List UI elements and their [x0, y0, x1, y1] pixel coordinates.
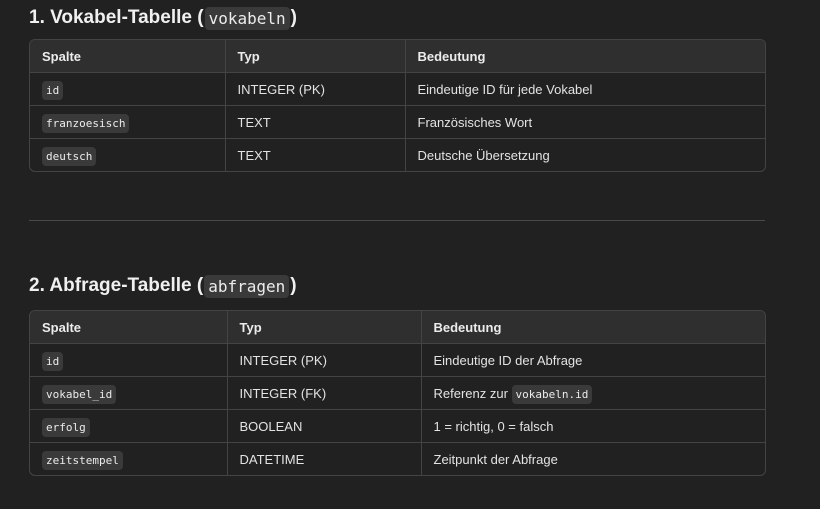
- cell-typ: INTEGER (PK): [225, 72, 406, 106]
- cell-bedeutung: Deutsche Übersetzung: [417, 147, 550, 163]
- table-row: zeitstempel DATETIME Zeitpunkt der Abfra…: [30, 442, 765, 475]
- header-spalte: Spalte: [30, 311, 228, 344]
- table-row: vokabel_id INTEGER (FK) Referenz zur vok…: [30, 376, 765, 410]
- column-name-code: franzoesisch: [42, 113, 130, 133]
- header-bedeutung: Bedeutung: [421, 311, 765, 344]
- table-header-row: Spalte Typ Bedeutung: [30, 40, 765, 73]
- table-header-row: Spalte Typ Bedeutung: [30, 311, 765, 344]
- abfrage-table: Spalte Typ Bedeutung id INTEGER (PK) Ein…: [29, 310, 766, 476]
- section-divider: [29, 220, 765, 221]
- column-name-code: vokabel_id: [42, 384, 117, 404]
- column-name-code: erfolg: [42, 417, 90, 437]
- cell-bedeutung: Referenz zur vokabeln.id: [421, 376, 765, 410]
- section-2-title-close: ): [290, 275, 297, 296]
- header-typ: Typ: [227, 311, 422, 344]
- column-name-code: zeitstempel: [42, 450, 123, 470]
- section-1-heading: 1. Vokabel-Tabelle ( vokabeln ): [29, 5, 297, 31]
- cell-bedeutung: 1 = richtig, 0 = falsch: [421, 409, 765, 443]
- column-name-code: deutsch: [42, 146, 97, 166]
- table-row: id INTEGER (PK) Eindeutige ID für jede V…: [30, 72, 765, 106]
- header-bedeutung: Bedeutung: [405, 40, 765, 73]
- column-name-code: id: [42, 351, 64, 371]
- cell-spalte: id: [30, 343, 228, 377]
- table-row: deutsch TEXT Deutsche Übersetzung: [30, 138, 765, 171]
- description-text: Referenz zur: [433, 385, 512, 401]
- section-1-title-close: ): [290, 7, 297, 28]
- column-name-code: id: [42, 80, 64, 100]
- section-2-title: 2. Abfrage-Tabelle (: [29, 275, 204, 296]
- reference-code: vokabeln.id: [511, 384, 593, 404]
- cell-spalte: erfolg: [30, 409, 228, 443]
- cell-spalte: zeitstempel: [30, 442, 228, 475]
- section-2-table-name: abfragen: [204, 274, 290, 298]
- cell-bedeutung: Zeitpunkt der Abfrage: [433, 451, 558, 467]
- cell-spalte: vokabel_id: [30, 376, 228, 410]
- cell-spalte: deutsch: [30, 138, 226, 171]
- cell-spalte: franzoesisch: [30, 105, 226, 139]
- vokabel-table: Spalte Typ Bedeutung id INTEGER (PK) Ein…: [29, 39, 766, 172]
- cell-bedeutung: Eindeutige ID der Abfrage: [421, 343, 765, 377]
- section-2-heading: 2. Abfrage-Tabelle ( abfragen ): [29, 273, 297, 299]
- cell-spalte: id: [30, 72, 226, 106]
- cell-bedeutung: Eindeutige ID für jede Vokabel: [405, 72, 765, 106]
- section-1-title: 1. Vokabel-Tabelle (: [29, 7, 204, 28]
- table-row: id INTEGER (PK) Eindeutige ID der Abfrag…: [30, 343, 765, 377]
- cell-typ: DATETIME: [227, 442, 422, 475]
- header-spalte: Spalte: [30, 40, 226, 73]
- section-1-table-name: vokabeln: [204, 6, 290, 30]
- cell-typ: TEXT: [225, 105, 406, 139]
- cell-typ: INTEGER (FK): [227, 376, 422, 410]
- cell-bedeutung: Französisches Wort: [405, 105, 765, 139]
- table-row: erfolg BOOLEAN 1 = richtig, 0 = falsch: [30, 409, 765, 443]
- cell-typ: TEXT: [225, 138, 406, 171]
- table-row: franzoesisch TEXT Französisches Wort: [30, 105, 765, 139]
- cell-typ: INTEGER (PK): [227, 343, 422, 377]
- header-typ: Typ: [225, 40, 406, 73]
- cell-typ: BOOLEAN: [227, 409, 422, 443]
